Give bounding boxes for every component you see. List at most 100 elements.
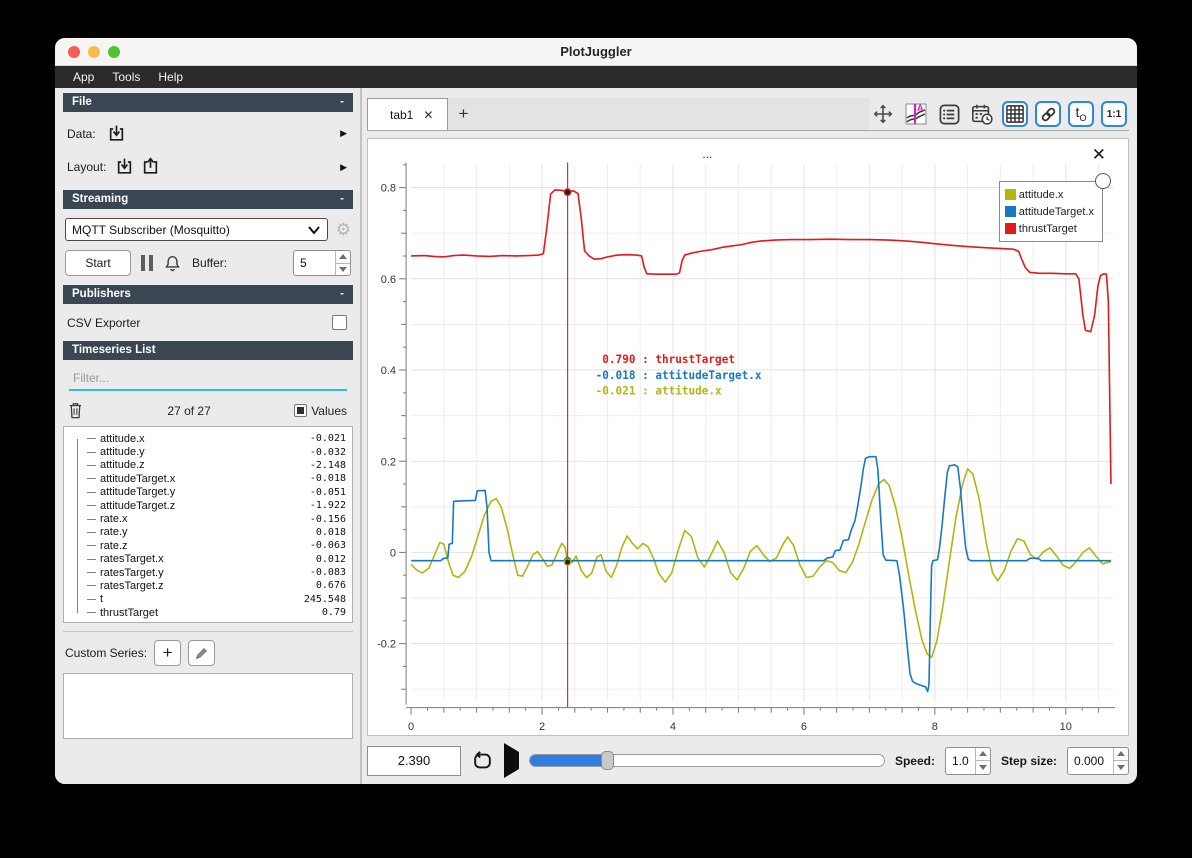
collapse-icon[interactable]: - [340, 193, 344, 205]
publishers-section-header[interactable]: Publishers - [63, 285, 353, 304]
import-layout-icon [117, 158, 132, 174]
legend-entry-thrustTarget[interactable]: thrustTarget [1004, 220, 1094, 237]
timeseries-count: 27 of 27 [167, 403, 211, 418]
start-streaming-button[interactable]: Start [65, 250, 131, 276]
speed-value[interactable]: 1.0 [946, 748, 975, 774]
timeseries-row-attitude.z[interactable]: attitude.z -2.148 [87, 459, 346, 472]
csv-exporter-checkbox[interactable] [332, 315, 347, 330]
time-display[interactable]: 2.390 [367, 745, 461, 776]
buffer-spin-arrows[interactable] [335, 251, 350, 275]
start-button-label: Start [85, 256, 111, 270]
tab-close-icon[interactable]: ✕ [423, 108, 433, 122]
link-axes-button[interactable] [1035, 101, 1061, 127]
notifications-bell-icon[interactable] [163, 253, 182, 273]
plus-icon: + [458, 104, 469, 123]
timeseries-row-ratesTarget.y[interactable]: ratesTarget.y -0.083 [87, 566, 346, 579]
app-window: PlotJuggler AppToolsHelp File - Data: [55, 38, 1137, 784]
plot-widget[interactable]: ... ✕ 0.8 0.6 0.4 0.2 0 -0.2 0 2 4 6 8 10 0.790 : t… [367, 138, 1129, 736]
menu-item-app[interactable]: App [65, 68, 102, 86]
speed-spinbox[interactable]: 1.0 [944, 746, 991, 775]
grid-layout-button[interactable] [1002, 101, 1028, 127]
loop-icon [474, 750, 491, 768]
delete-trash-icon[interactable] [67, 401, 84, 420]
plot-legend[interactable]: attitude.x attitudeTarget.x thrustTarget [998, 173, 1111, 242]
add-custom-series-button[interactable]: + [154, 640, 182, 666]
step-size-label: Step size: [1000, 753, 1057, 768]
x-tick-label: 4 [670, 721, 676, 733]
custom-series-listbox[interactable] [63, 673, 353, 739]
streaming-settings-gear-icon[interactable]: ⚙ [336, 221, 351, 238]
cursor-marker-attitude.x [563, 558, 572, 566]
spin-down-icon[interactable] [1114, 760, 1128, 774]
values-checkbox[interactable] [294, 404, 308, 417]
spin-down-icon[interactable] [336, 262, 350, 276]
spin-down-icon[interactable] [975, 760, 990, 774]
pause-icon[interactable] [141, 255, 153, 271]
load-layout-button[interactable] [111, 155, 137, 179]
play-button[interactable] [504, 742, 519, 778]
tracker-style-button[interactable]: A [903, 101, 929, 127]
load-data-button[interactable] [104, 122, 130, 146]
file-section-header[interactable]: File - [63, 93, 353, 112]
new-tab-button[interactable]: + [448, 98, 478, 130]
timeseries-row-ratesTarget.z[interactable]: ratesTarget.z 0.676 [87, 579, 346, 592]
collapse-icon[interactable]: - [340, 96, 344, 108]
slider-handle[interactable] [601, 751, 615, 770]
summary-list-button[interactable] [936, 101, 962, 127]
timeseries-row-t[interactable]: t 245.548 [87, 593, 346, 606]
streaming-section-header[interactable]: Streaming - [63, 190, 353, 209]
plus-icon: + [162, 643, 173, 662]
timeseries-row-attitudeTarget.x[interactable]: attitudeTarget.x -0.018 [87, 472, 346, 485]
toolbar: A tO 1:1 [870, 98, 1129, 130]
tab-tab1[interactable]: tab1 ✕ [367, 98, 449, 130]
main-area: tab1 ✕ + A tO 1:1 ... ✕ 0.8 0.6 0.4 0.2 … [362, 88, 1137, 784]
timeseries-row-attitude.x[interactable]: attitude.x -0.021 [87, 432, 346, 445]
x-tick-label: 10 [1060, 721, 1072, 733]
buffer-spinbox[interactable]: 5 [293, 250, 351, 276]
ratio-button[interactable]: 1:1 [1101, 101, 1127, 127]
timeseries-row-attitude.y[interactable]: attitude.y -0.032 [87, 445, 346, 458]
timeseries-row-ratesTarget.x[interactable]: ratesTarget.x 0.012 [87, 553, 346, 566]
step-size-value[interactable]: 0.000 [1068, 748, 1113, 774]
timeseries-listbox[interactable]: attitude.x -0.021 attitude.y -0.032 attitude… [63, 426, 353, 623]
custom-series-row: Custom Series: + [63, 632, 353, 673]
step-size-spinbox[interactable]: 0.000 [1067, 746, 1129, 775]
menu-item-help[interactable]: Help [150, 68, 191, 86]
edit-custom-series-button[interactable] [188, 640, 216, 666]
pan-zoom-button[interactable] [870, 101, 896, 127]
timeseries-row-attitudeTarget.y[interactable]: attitudeTarget.y -0.051 [87, 486, 346, 499]
timeseries-row-rate.y[interactable]: rate.y 0.018 [87, 526, 346, 539]
time-offset-button[interactable]: tO [1068, 101, 1094, 127]
filter-input[interactable] [69, 368, 347, 391]
layout-row: Layout: ▶ [63, 152, 353, 190]
x-tick-label: 6 [801, 721, 807, 733]
y-tick-label: 0.2 [381, 456, 396, 468]
spin-up-icon[interactable] [336, 251, 350, 263]
spin-up-icon[interactable] [1114, 748, 1128, 761]
datetime-button[interactable] [969, 101, 995, 127]
save-layout-button[interactable] [137, 155, 163, 179]
time-slider[interactable] [529, 751, 885, 770]
legend-handle-icon[interactable] [1095, 173, 1111, 189]
streaming-source-row: MQTT Subscriber (Mosquitto) ⚙ [63, 209, 353, 245]
menu-item-tools[interactable]: Tools [104, 68, 148, 86]
timeseries-row-rate.z[interactable]: rate.z -0.063 [87, 539, 346, 552]
timeseries-row-attitudeTarget.z[interactable]: attitudeTarget.z -1.922 [87, 499, 346, 512]
legend-entry-attitude.x[interactable]: attitude.x [1004, 186, 1094, 203]
collapse-icon[interactable]: - [340, 288, 344, 300]
tree-branch-icon [87, 438, 96, 440]
legend-swatch [1004, 223, 1016, 234]
legend-entry-attitudeTarget.x[interactable]: attitudeTarget.x [1004, 203, 1094, 220]
buffer-value[interactable]: 5 [294, 251, 335, 275]
one-to-one-icon: 1:1 [1106, 108, 1122, 120]
loop-button[interactable] [471, 750, 494, 772]
streaming-source-select[interactable]: MQTT Subscriber (Mosquitto) [65, 218, 328, 241]
layout-expand-arrow[interactable]: ▶ [338, 162, 349, 173]
timeseries-row-rate.x[interactable]: rate.x -0.156 [87, 512, 346, 525]
spin-up-icon[interactable] [976, 748, 990, 761]
timeseries-section-header[interactable]: Timeseries List [63, 341, 353, 360]
timeseries-row-thrustTarget[interactable]: thrustTarget 0.79 [87, 606, 346, 619]
streaming-section-title: Streaming [72, 193, 129, 205]
data-expand-arrow[interactable]: ▶ [338, 128, 349, 139]
timeseries-toolbar-row: 27 of 27 Values [63, 393, 353, 426]
